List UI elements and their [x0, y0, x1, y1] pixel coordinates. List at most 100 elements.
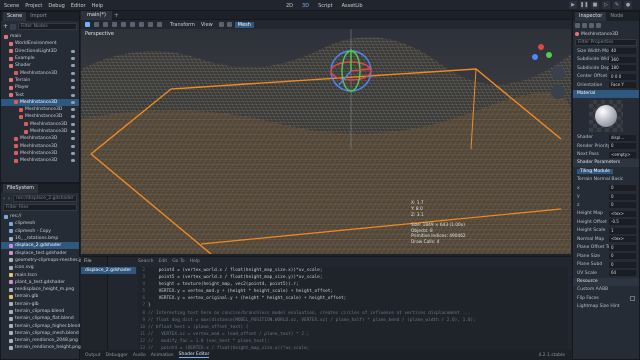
- visibility-eye-icon[interactable]: [71, 144, 75, 148]
- select-tool-icon[interactable]: [85, 22, 90, 27]
- tiling-module-label[interactable]: Tiling Module: [577, 168, 613, 174]
- movie-icon[interactable]: ●: [624, 1, 632, 9]
- filesystem-item[interactable]: 16_ _rotations.bmp: [1, 235, 79, 242]
- shader-menu-edit[interactable]: Edit: [158, 259, 167, 264]
- shader-param-value[interactable]: <tex>: [609, 210, 636, 217]
- tab-main-scene[interactable]: main(*): [81, 10, 112, 20]
- perspective-label[interactable]: Perspective: [85, 31, 114, 37]
- scene-tree-item[interactable]: Shader: [1, 62, 79, 69]
- 3d-viewport[interactable]: [81, 29, 571, 254]
- scene-tree-item[interactable]: MeshInstance3D: [1, 142, 79, 149]
- mesh-prop-value[interactable]: 180: [609, 65, 636, 72]
- scene-tree-item[interactable]: MeshInstance3D: [1, 150, 79, 157]
- material-prop-value[interactable]: displ...: [609, 134, 636, 141]
- add-scene-tab-icon[interactable]: +: [114, 12, 120, 19]
- visibility-eye-icon[interactable]: [71, 93, 75, 97]
- mesh-prop-value[interactable]: 40: [609, 48, 636, 55]
- filesystem-item[interactable]: terrain.glb: [1, 293, 79, 300]
- shader-menu-search[interactable]: Search: [138, 259, 153, 264]
- tab-inspector[interactable]: Inspector: [575, 12, 607, 21]
- filesystem-item[interactable]: displace_test.gdshader: [1, 249, 79, 256]
- visibility-eye-icon[interactable]: [71, 151, 75, 155]
- scene-tree-item[interactable]: WorldEnvironment: [1, 40, 79, 47]
- filesystem-item[interactable]: displace_2.gdshader: [1, 242, 79, 250]
- mesh-menu-button[interactable]: Mesh: [234, 21, 254, 28]
- shader-params-section[interactable]: Shader Parameters: [573, 159, 639, 167]
- tab-animation[interactable]: Animation: [151, 353, 174, 358]
- pause-icon[interactable]: ❚❚: [580, 1, 588, 9]
- shader-param-value[interactable]: 64: [609, 270, 636, 277]
- scene-tree-item[interactable]: MeshInstance3D: [1, 69, 79, 76]
- open-resource-icon[interactable]: [582, 23, 587, 28]
- filesystem-item[interactable]: terrain_rendisnce_2048.png: [1, 337, 79, 344]
- visibility-eye-icon[interactable]: [71, 137, 75, 141]
- tab-filesystem[interactable]: FileSystem: [3, 184, 39, 193]
- shader-menu-goto[interactable]: Go To: [172, 259, 184, 264]
- visibility-eye-icon[interactable]: [71, 78, 75, 82]
- filesystem-item[interactable]: rendisplace_height_m.png: [1, 286, 79, 293]
- new-resource-icon[interactable]: [575, 23, 580, 28]
- view-menu[interactable]: View: [201, 22, 213, 28]
- visibility-eye-icon[interactable]: [71, 71, 75, 75]
- filesystem-path[interactable]: res://displace_2.gdshader: [13, 195, 77, 202]
- visibility-eye-icon[interactable]: [71, 108, 75, 112]
- scene-tree-item[interactable]: MeshInstance3D: [1, 157, 79, 164]
- save-resource-icon[interactable]: [589, 23, 594, 28]
- mesh-prop-value[interactable]: 360: [609, 56, 636, 63]
- material-prop-value[interactable]: <empty>: [609, 151, 636, 158]
- visibility-eye-icon[interactable]: [71, 122, 75, 126]
- filesystem-item[interactable]: terrain_clipmap_mesh.blend: [1, 330, 79, 337]
- scene-tree-item[interactable]: main: [1, 33, 79, 40]
- scene-tree-item[interactable]: MeshInstance3D: [1, 121, 79, 128]
- scene-tree-item[interactable]: MeshInstance3D: [1, 106, 79, 113]
- mesh-prop-value[interactable]: 0 0 0: [609, 73, 636, 80]
- play-scene-icon[interactable]: ▷: [602, 1, 610, 9]
- filesystem-item[interactable]: icon.svg: [1, 264, 79, 271]
- camera-icon[interactable]: [157, 22, 162, 27]
- workspace-assetlib[interactable]: AssetLib: [342, 3, 363, 9]
- visibility-eye-icon[interactable]: [71, 49, 75, 53]
- filesystem-item[interactable]: clipmesh - Copy: [1, 228, 79, 235]
- vector-prop-value[interactable]: 0: [609, 193, 636, 200]
- scene-tree-item[interactable]: Player: [1, 84, 79, 91]
- tab-node[interactable]: Node: [606, 12, 627, 21]
- snap-icon[interactable]: [148, 22, 153, 27]
- zoom-icon[interactable]: [551, 66, 565, 80]
- scene-tree-item[interactable]: MeshInstance3D: [1, 98, 79, 106]
- move-tool-icon[interactable]: [94, 22, 99, 27]
- shader-file-menu[interactable]: File: [81, 257, 107, 266]
- shader-param-value[interactable]: 1: [609, 227, 636, 234]
- flip-faces-checkbox[interactable]: [630, 295, 635, 301]
- tab-debugger[interactable]: Debugger: [106, 353, 128, 358]
- visibility-eye-icon[interactable]: [71, 159, 75, 163]
- environment-icon[interactable]: [226, 22, 232, 27]
- orientation-value[interactable]: Face Y: [609, 82, 636, 89]
- vector-prop-value[interactable]: 0: [609, 202, 636, 209]
- tab-scene[interactable]: Scene: [3, 12, 27, 21]
- scene-tree-item[interactable]: MeshInstance3D: [1, 135, 79, 142]
- visibility-eye-icon[interactable]: [71, 86, 75, 90]
- visibility-eye-icon[interactable]: [71, 64, 75, 68]
- shader-param-value[interactable]: 0: [609, 261, 636, 268]
- pan-icon[interactable]: [551, 85, 565, 99]
- history-icon[interactable]: [596, 23, 601, 28]
- scene-tree-item[interactable]: MeshInstance3D: [1, 128, 79, 135]
- tab-audio[interactable]: Audio: [133, 353, 146, 358]
- scene-tree-item[interactable]: DirectionalLight3D: [1, 48, 79, 55]
- list-select-icon[interactable]: [121, 22, 126, 27]
- filesystem-item[interactable]: terrain_clipmap.blend: [1, 308, 79, 315]
- menu-debug[interactable]: Debug: [48, 3, 64, 9]
- link-icon[interactable]: [10, 23, 16, 30]
- play-custom-icon[interactable]: ✎: [613, 1, 621, 9]
- menu-help[interactable]: Help: [92, 3, 103, 9]
- filesystem-filter-input[interactable]: Filter Files: [3, 204, 77, 211]
- filesystem-item[interactable]: terrain-glb: [1, 301, 79, 308]
- material-section[interactable]: Material: [573, 89, 639, 98]
- menu-project[interactable]: Project: [25, 3, 42, 9]
- shader-param-value[interactable]: -0.5: [609, 219, 636, 226]
- terrain-normal-label[interactable]: Terrain Normal Basic: [577, 177, 623, 182]
- inspector-filter-input[interactable]: Filter Properties: [575, 39, 637, 46]
- rotate-tool-icon[interactable]: [103, 22, 108, 27]
- visibility-eye-icon[interactable]: [71, 130, 75, 133]
- filesystem-item[interactable]: geometry-clipmaps-meshes.jpg: [1, 257, 86, 264]
